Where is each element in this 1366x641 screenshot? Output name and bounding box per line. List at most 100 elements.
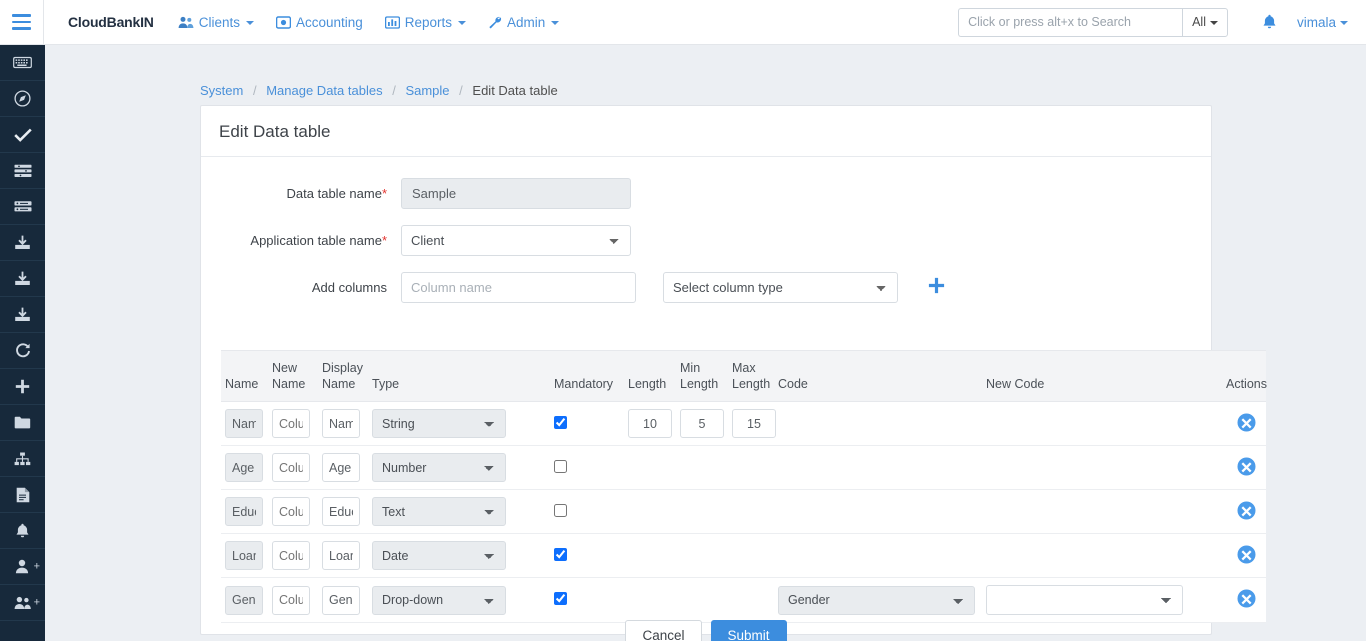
- sidebar-item-sitemap[interactable]: [0, 441, 45, 477]
- row-name-input[interactable]: [225, 541, 263, 570]
- th-new-code-line2: New Code: [986, 377, 1218, 393]
- row-type-select[interactable]: StringNumberTextDateDrop-down: [372, 497, 506, 526]
- row-display-name-input[interactable]: [322, 541, 360, 570]
- users-add-icon: [14, 596, 32, 610]
- row-new-name-input[interactable]: [272, 497, 310, 526]
- nav-item-admin[interactable]: Admin: [488, 15, 559, 30]
- submit-button[interactable]: Submit: [711, 620, 787, 641]
- row-mandatory-checkbox[interactable]: [554, 548, 567, 561]
- cell-code: [774, 490, 982, 534]
- nav-item-accounting[interactable]: Accounting: [276, 15, 363, 30]
- row-type-select[interactable]: StringNumberTextDateDrop-down: [372, 541, 506, 570]
- cell-type: StringNumberTextDateDrop-down: [368, 446, 550, 490]
- add-column-plus-icon[interactable]: [928, 277, 945, 298]
- sidebar-item-keyboard[interactable]: [0, 45, 45, 81]
- clients-icon: [178, 16, 194, 29]
- accounting-icon: [276, 16, 291, 29]
- row-new-name-input[interactable]: [272, 409, 310, 438]
- search-input[interactable]: [958, 8, 1182, 37]
- table-head: Name New Name Display Name Type: [221, 351, 1266, 402]
- row-name-input[interactable]: [225, 453, 263, 482]
- sidebar-item-compass[interactable]: [0, 81, 45, 117]
- breadcrumb-item-sample[interactable]: Sample: [405, 83, 449, 98]
- field-row-data-table-name: Data table name* Sample: [201, 178, 1211, 209]
- user-menu[interactable]: vimala: [1297, 15, 1348, 30]
- row-mandatory-checkbox[interactable]: [554, 504, 567, 517]
- row-length-input[interactable]: [628, 409, 672, 438]
- th-new-name-line2: Name: [272, 377, 314, 393]
- row-mandatory-checkbox[interactable]: [554, 416, 567, 429]
- breadcrumb-item-manage-data-tables[interactable]: Manage Data tables: [266, 83, 382, 98]
- delete-circle-icon[interactable]: [1237, 589, 1256, 608]
- cancel-button[interactable]: Cancel: [625, 620, 701, 641]
- sidebar-item-folder[interactable]: [0, 405, 45, 441]
- row-max-length-input[interactable]: [732, 409, 776, 438]
- table-body: StringNumberTextDateDrop-down StringNumbe…: [221, 402, 1266, 623]
- row-type-select[interactable]: StringNumberTextDateDrop-down: [372, 453, 506, 482]
- sidebar-item-download-3[interactable]: [0, 297, 45, 333]
- row-mandatory-checkbox[interactable]: [554, 592, 567, 605]
- hamburger-icon[interactable]: [0, 0, 44, 44]
- add-column-type-select[interactable]: Select column type: [663, 272, 898, 303]
- sidebar-item-notifications[interactable]: [0, 513, 45, 549]
- row-name-input[interactable]: [225, 497, 263, 526]
- th-name-line2: Name: [225, 377, 264, 393]
- nav-item-clients[interactable]: Clients: [178, 15, 254, 30]
- chevron-down-icon: [458, 21, 466, 25]
- application-table-name-select[interactable]: Client: [401, 225, 631, 256]
- delete-circle-icon[interactable]: [1237, 413, 1256, 432]
- sidebar-item-server[interactable]: [0, 189, 45, 225]
- sidebar-item-list-lines[interactable]: [0, 153, 45, 189]
- cell-length: [624, 490, 676, 534]
- th-mandatory: Mandatory: [550, 351, 624, 402]
- page-title: Edit Data table: [201, 106, 1211, 157]
- nav-item-reports[interactable]: Reports: [385, 15, 466, 30]
- sidebar-item-file[interactable]: [0, 477, 45, 513]
- breadcrumb-item-system[interactable]: System: [200, 83, 243, 98]
- cell-actions: [1222, 534, 1266, 578]
- cell-mandatory: [550, 534, 624, 578]
- cell-display-name: [318, 534, 368, 578]
- row-new-name-input[interactable]: [272, 453, 310, 482]
- search-scope-button[interactable]: All: [1182, 8, 1228, 37]
- main-nav: Clients Accounting Reports Admin: [178, 15, 560, 30]
- row-new-name-input[interactable]: [272, 586, 310, 615]
- row-mandatory-checkbox[interactable]: [554, 460, 567, 473]
- row-display-name-input[interactable]: [322, 497, 360, 526]
- reports-icon: [385, 16, 400, 29]
- row-display-name-input[interactable]: [322, 453, 360, 482]
- th-code-line2: Code: [778, 377, 978, 393]
- row-type-select[interactable]: StringNumberTextDateDrop-down: [372, 586, 506, 615]
- row-type-select[interactable]: StringNumberTextDateDrop-down: [372, 409, 506, 438]
- sidebar-item-refresh[interactable]: [0, 333, 45, 369]
- cell-type: StringNumberTextDateDrop-down: [368, 534, 550, 578]
- sidebar-item-download-1[interactable]: [0, 225, 45, 261]
- delete-circle-icon[interactable]: [1237, 501, 1256, 520]
- required-asterisk: *: [382, 186, 387, 201]
- left-sidebar: + +: [0, 45, 45, 641]
- cell-min-length: [676, 402, 728, 446]
- row-display-name-input[interactable]: [322, 586, 360, 615]
- sidebar-item-add-user[interactable]: +: [0, 549, 45, 585]
- sidebar-item-download-2[interactable]: [0, 261, 45, 297]
- delete-circle-icon[interactable]: [1237, 457, 1256, 476]
- sidebar-item-add[interactable]: [0, 369, 45, 405]
- row-min-length-input[interactable]: [680, 409, 724, 438]
- row-name-input[interactable]: [225, 409, 263, 438]
- plus-icon: [15, 379, 30, 394]
- sidebar-item-add-group[interactable]: +: [0, 585, 45, 621]
- row-code-select[interactable]: Gender: [778, 586, 975, 615]
- main-content: System / Manage Data tables / Sample / E…: [45, 45, 1366, 641]
- delete-circle-icon[interactable]: [1237, 545, 1256, 564]
- cell-min-length: [676, 534, 728, 578]
- row-display-name-input[interactable]: [322, 409, 360, 438]
- cell-new-name: [268, 402, 318, 446]
- row-new-name-input[interactable]: [272, 541, 310, 570]
- add-column-name-input[interactable]: [401, 272, 636, 303]
- sidebar-item-check[interactable]: [0, 117, 45, 153]
- row-new-code-select[interactable]: [986, 585, 1183, 615]
- nav-item-reports-label: Reports: [405, 15, 452, 30]
- bell-icon[interactable]: [1262, 14, 1277, 30]
- cell-max-length: [728, 490, 774, 534]
- row-name-input[interactable]: [225, 586, 263, 615]
